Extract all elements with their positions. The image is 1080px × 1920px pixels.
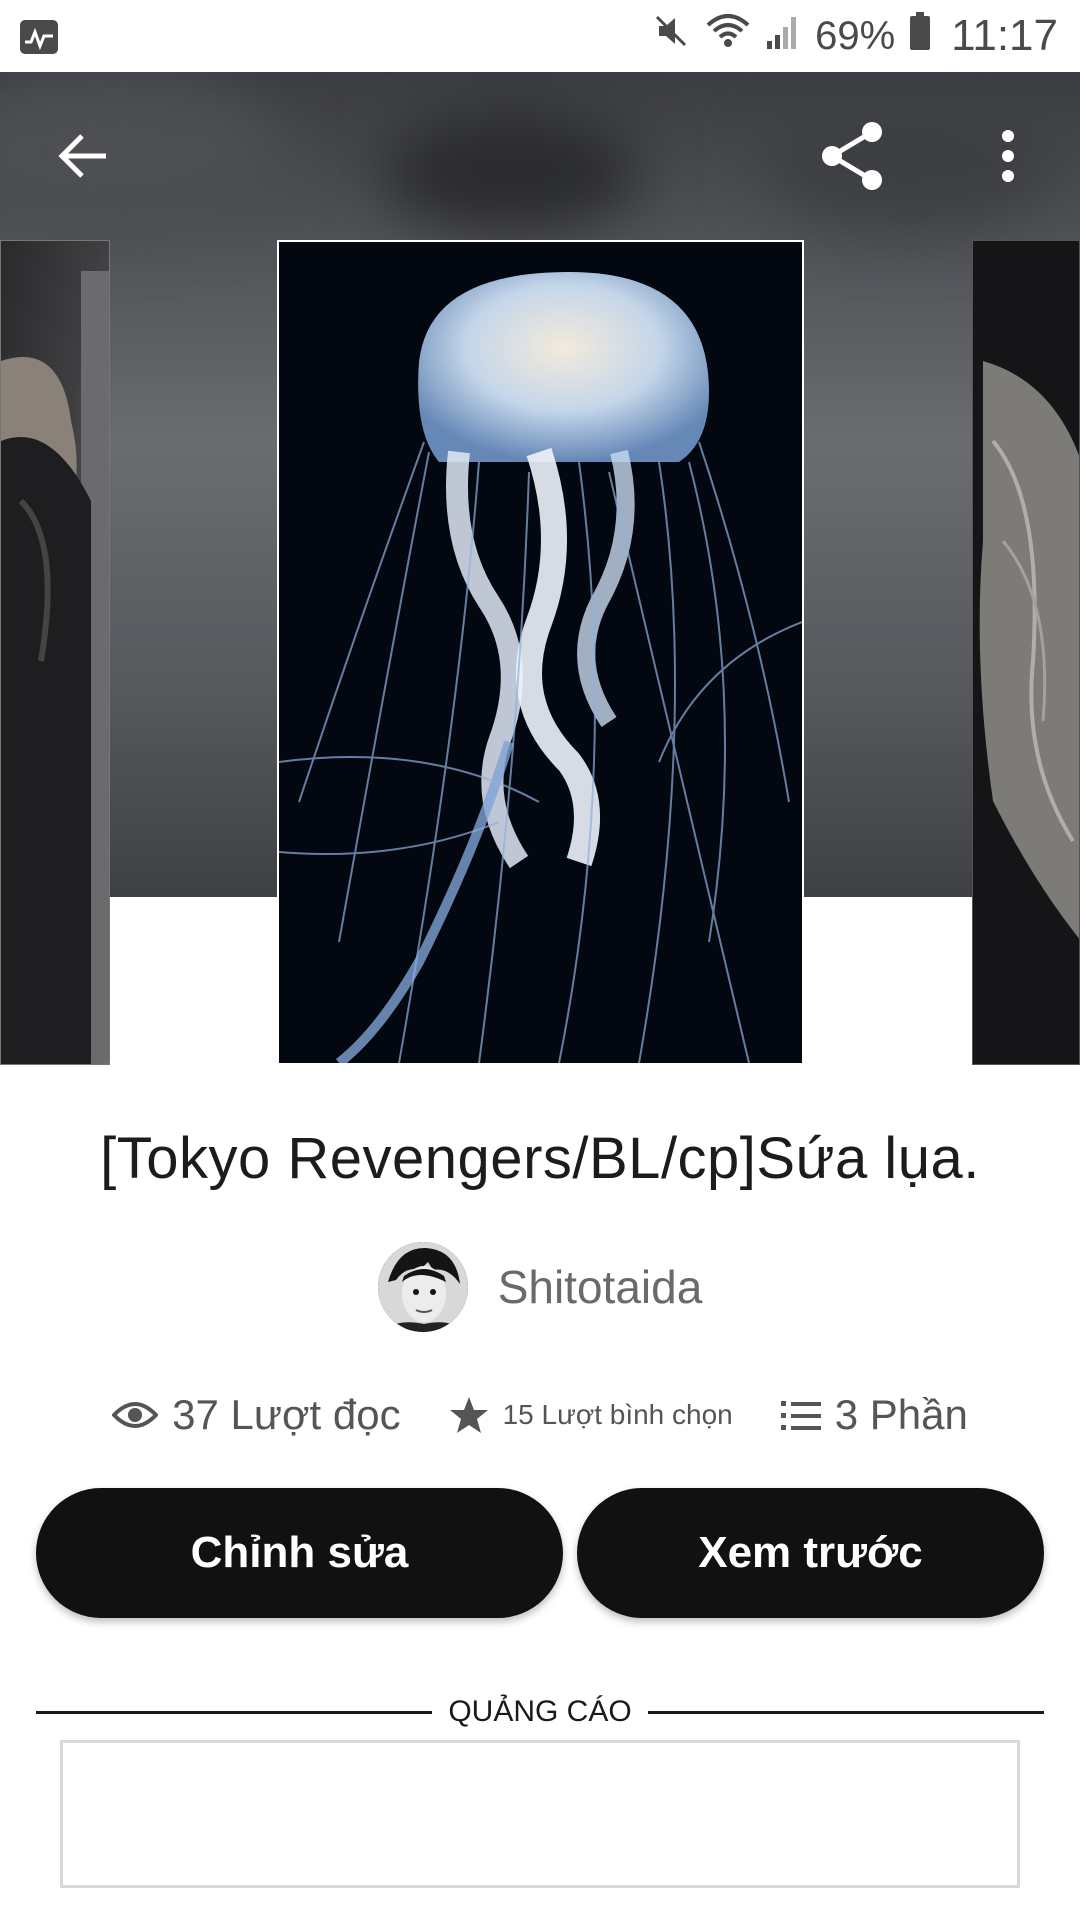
battery-icon <box>909 11 931 62</box>
star-icon <box>449 1397 488 1433</box>
reads-stat: 37 Lượt đọc <box>112 1391 401 1439</box>
cover-previous[interactable] <box>0 240 110 1065</box>
parts-count: 3 Phần <box>834 1391 968 1438</box>
cover-next[interactable] <box>972 240 1080 1065</box>
activity-monitor-icon <box>20 20 58 54</box>
cover-current[interactable] <box>277 240 804 1065</box>
arrow-left-icon <box>58 134 106 178</box>
battery-percent: 69% <box>815 13 896 58</box>
wifi-icon <box>705 11 751 62</box>
jellyfish-image <box>279 242 802 1063</box>
status-indicators: 69% 11:17 <box>651 6 1058 66</box>
votes-stat: 15 Lượt bình chọn <box>449 1395 733 1435</box>
reads-count: 37 Lượt đọc <box>172 1391 401 1438</box>
author-row[interactable]: Shitotaida <box>0 1242 1080 1332</box>
ad-divider: QUẢNG CÁO <box>36 1690 1044 1734</box>
status-bar: 69% 11:17 <box>0 0 1080 72</box>
share-icon <box>822 122 882 190</box>
eye-icon <box>112 1402 159 1428</box>
more-vertical-icon <box>1002 130 1014 182</box>
betta-fish-image <box>973 241 1079 1064</box>
mute-icon <box>651 11 691 62</box>
illustrated-figure-image <box>1 271 109 1064</box>
story-title: [Tokyo Revengers/BL/cp]Sứa lụa. <box>100 1126 980 1191</box>
parts-stat: 3 Phần <box>780 1391 968 1439</box>
share-button[interactable] <box>804 108 900 204</box>
ad-label: QUẢNG CÁO <box>448 1695 632 1728</box>
author-avatar-image <box>377 1242 468 1332</box>
story-stats: 37 Lượt đọc 15 Lượt bình chọn 3 Phần <box>0 1385 1080 1445</box>
ad-slot[interactable] <box>60 1740 1020 1888</box>
list-icon <box>780 1401 821 1430</box>
avatar[interactable] <box>377 1242 468 1332</box>
votes-count: 15 Lượt bình chọn <box>502 1399 733 1430</box>
clock: 11:17 <box>951 11 1058 60</box>
more-options-button[interactable] <box>960 108 1056 204</box>
edit-button[interactable]: Chỉnh sửa <box>36 1488 563 1618</box>
preview-button[interactable]: Xem trước <box>577 1488 1044 1618</box>
author-name[interactable]: Shitotaida <box>498 1260 703 1314</box>
story-details-screen: 69% 11:17 [Tokyo Revengers/BL/cp]Sứa lụa… <box>0 0 1080 1920</box>
signal-icon <box>765 11 801 62</box>
back-button[interactable] <box>36 108 132 204</box>
